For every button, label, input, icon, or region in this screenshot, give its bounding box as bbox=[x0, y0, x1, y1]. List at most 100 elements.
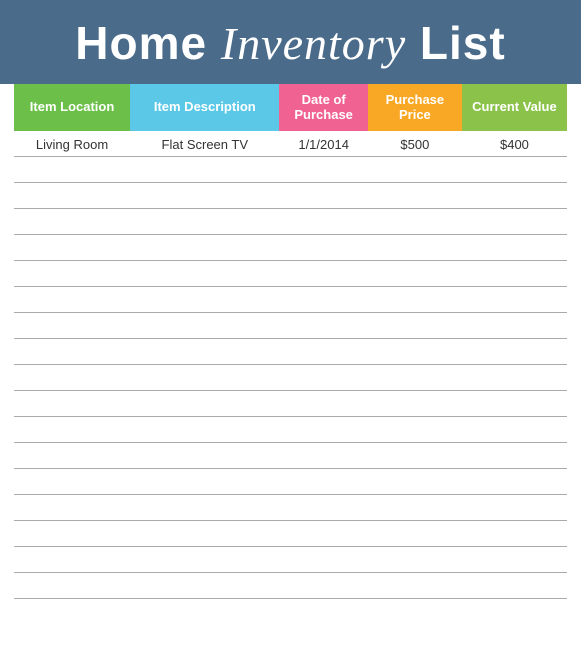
cell-purchase_price bbox=[368, 313, 462, 339]
cell-current_value bbox=[462, 391, 567, 417]
inventory-table: Item Location Item Description Date of P… bbox=[14, 84, 567, 600]
cell-description bbox=[130, 261, 279, 287]
table-row bbox=[14, 443, 567, 469]
title-word3: List bbox=[420, 17, 506, 69]
cell-description bbox=[130, 365, 279, 391]
cell-description bbox=[130, 235, 279, 261]
cell-current_value bbox=[462, 469, 567, 495]
cell-description bbox=[130, 417, 279, 443]
table-row bbox=[14, 287, 567, 313]
col-header-value: Current Value bbox=[462, 84, 567, 131]
cell-location bbox=[14, 521, 130, 547]
cell-description bbox=[130, 391, 279, 417]
cell-current_value bbox=[462, 313, 567, 339]
table-header-row: Item Location Item Description Date of P… bbox=[14, 84, 567, 131]
cell-location bbox=[14, 443, 130, 469]
cell-purchase_price bbox=[368, 287, 462, 313]
cell-current_value bbox=[462, 495, 567, 521]
cell-date bbox=[279, 521, 367, 547]
cell-location bbox=[14, 365, 130, 391]
cell-date bbox=[279, 573, 367, 599]
cell-location bbox=[14, 235, 130, 261]
cell-location bbox=[14, 495, 130, 521]
table-container: Item Location Item Description Date of P… bbox=[0, 84, 581, 614]
table-row bbox=[14, 495, 567, 521]
cell-current_value bbox=[462, 183, 567, 209]
page-header: Home Inventory List bbox=[0, 0, 581, 84]
table-row bbox=[14, 183, 567, 209]
cell-purchase_price bbox=[368, 235, 462, 261]
table-row bbox=[14, 209, 567, 235]
cell-current_value bbox=[462, 417, 567, 443]
cell-date bbox=[279, 339, 367, 365]
cell-purchase_price bbox=[368, 547, 462, 573]
cell-location bbox=[14, 313, 130, 339]
cell-purchase_price bbox=[368, 469, 462, 495]
table-row bbox=[14, 157, 567, 183]
cell-description bbox=[130, 313, 279, 339]
cell-current_value bbox=[462, 573, 567, 599]
cell-date bbox=[279, 469, 367, 495]
cell-current_value bbox=[462, 365, 567, 391]
cell-purchase_price bbox=[368, 157, 462, 183]
cell-current_value: $400 bbox=[462, 131, 567, 157]
cell-description bbox=[130, 339, 279, 365]
cell-date bbox=[279, 261, 367, 287]
cell-description bbox=[130, 157, 279, 183]
cell-date bbox=[279, 287, 367, 313]
page-title: Home Inventory List bbox=[20, 18, 561, 70]
cell-current_value bbox=[462, 443, 567, 469]
cell-description bbox=[130, 469, 279, 495]
cell-purchase_price bbox=[368, 443, 462, 469]
cell-location: Living Room bbox=[14, 131, 130, 157]
col-header-description: Item Description bbox=[130, 84, 279, 131]
cell-purchase_price bbox=[368, 417, 462, 443]
cell-purchase_price bbox=[368, 209, 462, 235]
cell-purchase_price bbox=[368, 495, 462, 521]
cell-date bbox=[279, 495, 367, 521]
table-row bbox=[14, 365, 567, 391]
cell-description bbox=[130, 495, 279, 521]
cell-date bbox=[279, 365, 367, 391]
cell-location bbox=[14, 469, 130, 495]
cell-description bbox=[130, 443, 279, 469]
table-row bbox=[14, 313, 567, 339]
cell-location bbox=[14, 157, 130, 183]
table-row bbox=[14, 573, 567, 599]
table-row: Living RoomFlat Screen TV1/1/2014$500$40… bbox=[14, 131, 567, 157]
cell-location bbox=[14, 417, 130, 443]
cell-location bbox=[14, 547, 130, 573]
cell-date bbox=[279, 417, 367, 443]
cell-location bbox=[14, 573, 130, 599]
table-row bbox=[14, 261, 567, 287]
cell-date bbox=[279, 183, 367, 209]
table-row bbox=[14, 547, 567, 573]
cell-description bbox=[130, 287, 279, 313]
cell-date bbox=[279, 443, 367, 469]
cell-description bbox=[130, 183, 279, 209]
cell-date bbox=[279, 209, 367, 235]
cell-date bbox=[279, 235, 367, 261]
cell-description: Flat Screen TV bbox=[130, 131, 279, 157]
cell-description bbox=[130, 547, 279, 573]
cell-location bbox=[14, 287, 130, 313]
col-header-price: Purchase Price bbox=[368, 84, 462, 131]
cell-date bbox=[279, 391, 367, 417]
cell-current_value bbox=[462, 157, 567, 183]
cell-location bbox=[14, 209, 130, 235]
cell-date: 1/1/2014 bbox=[279, 131, 367, 157]
cell-current_value bbox=[462, 339, 567, 365]
cell-purchase_price bbox=[368, 183, 462, 209]
cell-current_value bbox=[462, 209, 567, 235]
cell-current_value bbox=[462, 521, 567, 547]
cell-purchase_price: $500 bbox=[368, 131, 462, 157]
table-row bbox=[14, 417, 567, 443]
cell-purchase_price bbox=[368, 521, 462, 547]
col-header-date: Date of Purchase bbox=[279, 84, 367, 131]
title-word1: Home bbox=[75, 17, 207, 69]
table-row bbox=[14, 391, 567, 417]
cell-purchase_price bbox=[368, 573, 462, 599]
cell-location bbox=[14, 339, 130, 365]
cell-purchase_price bbox=[368, 339, 462, 365]
page-container: Home Inventory List Item Location Item D… bbox=[0, 0, 581, 663]
